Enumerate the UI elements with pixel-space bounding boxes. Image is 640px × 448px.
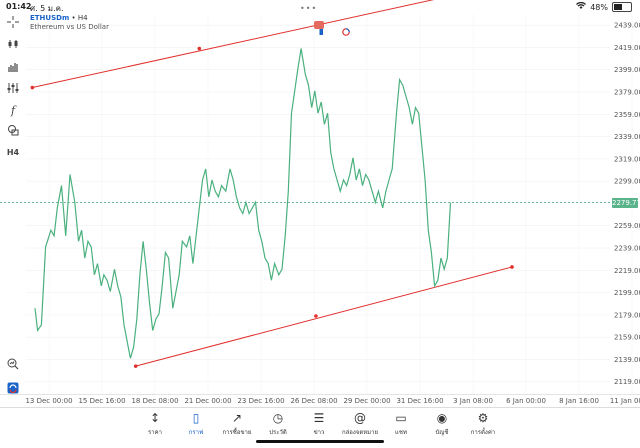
- nav-label: ประวัติ: [269, 429, 287, 436]
- y-tick-label: 2239.00: [614, 245, 640, 253]
- indicator-icon[interactable]: [4, 38, 22, 52]
- home-indicator[interactable]: [256, 440, 384, 443]
- logo-icon[interactable]: [4, 382, 22, 396]
- nav-item-settings[interactable]: ⚙ การตั้งค่า: [461, 410, 505, 437]
- symbol-description: Ethereum vs US Dollar: [30, 23, 109, 31]
- nav-item-account[interactable]: ◉ บัญชี: [420, 410, 464, 437]
- nav-label: กราฟ: [188, 429, 204, 436]
- symbol-title[interactable]: ETHUSDm • H4: [30, 14, 109, 22]
- y-tick-label: 2419.00: [614, 44, 640, 52]
- trend-anchor-point[interactable]: [30, 85, 35, 90]
- nav-item-quotes[interactable]: ↕ ราคา: [133, 410, 177, 437]
- y-tick-label: 2219.00: [614, 267, 640, 275]
- trend-anchor-point[interactable]: [510, 265, 514, 269]
- account-icon: ◉: [436, 411, 448, 425]
- y-tick-label: 2199.00: [614, 289, 640, 297]
- y-tick-label: 2399.00: [614, 66, 640, 74]
- y-tick-label: 2119.00: [614, 378, 640, 386]
- symbol-name: ETHUSDm: [30, 14, 70, 22]
- drawing-toolbar: f H4: [0, 14, 26, 409]
- nav-item-history[interactable]: ◷ ประวัติ: [256, 410, 300, 437]
- nav-label: การซื้อขาย: [222, 429, 252, 436]
- y-tick-label: 2139.00: [614, 356, 640, 364]
- one-click-trading-icon[interactable]: [314, 21, 324, 35]
- y-tick-label: 2159.00: [614, 334, 640, 342]
- nav-label: แชท: [395, 429, 407, 436]
- function-icon[interactable]: f: [4, 104, 22, 118]
- trend-lines: [30, 0, 514, 368]
- trend-anchor-point[interactable]: [314, 314, 318, 318]
- nav-label: กล่องจดหมาย: [341, 429, 379, 436]
- nav-item-chat[interactable]: ▭ แชท: [379, 410, 423, 437]
- trend-anchor-point[interactable]: [133, 364, 138, 368]
- y-tick-label: 2379.00: [614, 89, 640, 97]
- bar-chart-icon[interactable]: [4, 60, 22, 74]
- chart-icon: ▯: [192, 411, 200, 425]
- y-tick-label: 2359.00: [614, 111, 640, 119]
- quotes-icon: ↕: [149, 411, 161, 425]
- nav-label: ราคา: [148, 429, 162, 436]
- news-icon: ☰: [313, 411, 325, 425]
- nav-label: การตั้งค่า: [470, 429, 496, 436]
- nav-label: บัญชี: [435, 429, 449, 436]
- trend-line[interactable]: [135, 266, 513, 367]
- zoom-icon[interactable]: [4, 358, 22, 372]
- y-tick-label: 2299.00: [614, 178, 640, 186]
- symbol-timeframe: H4: [77, 14, 88, 22]
- y-tick-label: 2439.00: [614, 22, 640, 30]
- chart-grid: [26, 14, 633, 394]
- shapes-icon[interactable]: [4, 124, 22, 138]
- price-series-line: [34, 48, 452, 359]
- settings-sliders-icon[interactable]: [4, 82, 22, 96]
- chat-icon: ▭: [395, 411, 407, 425]
- y-tick-label: 2319.00: [614, 155, 640, 163]
- nav-item-chart[interactable]: ▯ กราฟ: [174, 410, 218, 437]
- price-chart[interactable]: 2439.00 2419.00 2399.00 2379.00 2359.00 2339.…: [0, 0, 640, 407]
- y-tick-label: 2339.00: [614, 133, 640, 141]
- y-tick-label: 2179.00: [614, 311, 640, 319]
- mailbox-icon: @: [354, 411, 366, 425]
- nav-item-news[interactable]: ☰ ข่าว: [297, 410, 341, 437]
- nav-item-mailbox[interactable]: @ กล่องจดหมาย: [338, 410, 382, 437]
- timeframe-label[interactable]: H4: [4, 146, 22, 160]
- history-icon: ◷: [272, 411, 284, 425]
- nav-item-trade[interactable]: ↗ การซื้อขาย: [215, 410, 259, 437]
- settings-icon: ⚙: [477, 411, 489, 425]
- current-price-label: 2279.77: [612, 197, 640, 208]
- sync-icon[interactable]: [341, 21, 351, 36]
- trend-anchor-point[interactable]: [197, 46, 202, 51]
- trade-icon: ↗: [231, 411, 243, 425]
- crosshair-icon[interactable]: [4, 16, 22, 30]
- nav-label: ข่าว: [313, 429, 325, 436]
- chart-header: ETHUSDm • H4 Ethereum vs US Dollar: [30, 14, 109, 31]
- y-tick-label: 2259.00: [614, 222, 640, 230]
